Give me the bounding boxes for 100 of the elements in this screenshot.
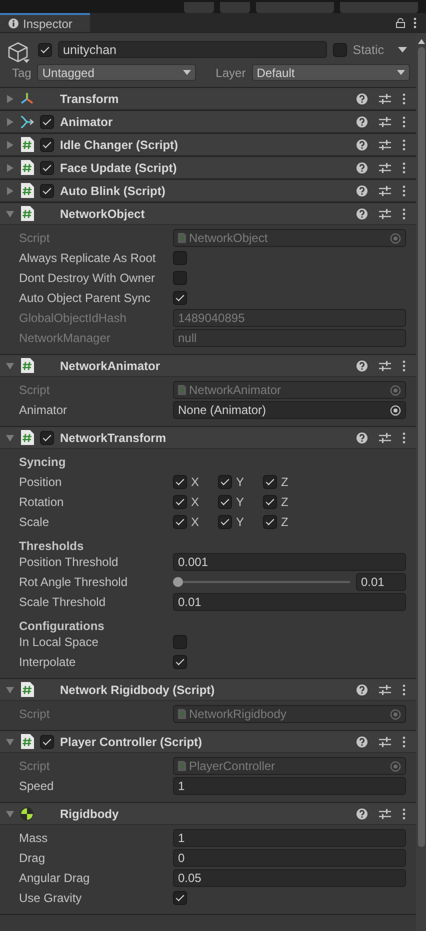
name-field[interactable]: unitychan: [58, 41, 327, 58]
foldout-arrow-icon[interactable]: [6, 810, 14, 818]
checkbox[interactable]: [332, 42, 347, 56]
field-label: Scale: [19, 515, 50, 529]
scroll-up-icon[interactable]: [418, 39, 424, 44]
sliders-icon[interactable]: [379, 184, 391, 196]
menu-icon[interactable]: [402, 208, 406, 220]
menu-icon[interactable]: [402, 736, 406, 748]
checkbox[interactable]: [173, 655, 187, 669]
checkbox[interactable]: [263, 475, 277, 489]
tag-dropdown[interactable]: Untagged: [37, 64, 196, 81]
checkbox[interactable]: [173, 475, 187, 489]
menu-icon[interactable]: [402, 360, 406, 372]
field-label: Dont Destroy With Owner: [19, 271, 156, 285]
foldout-arrow-icon[interactable]: [6, 738, 14, 746]
inspector-tab[interactable]: Inspector: [0, 13, 90, 32]
help-icon[interactable]: [356, 808, 368, 820]
checkbox[interactable]: [40, 184, 54, 198]
menu-icon[interactable]: [402, 116, 406, 128]
help-icon[interactable]: [356, 684, 368, 696]
menu-icon[interactable]: [402, 92, 406, 104]
checkbox[interactable]: [40, 160, 54, 174]
help-icon[interactable]: [356, 736, 368, 748]
field-label: Speed: [19, 779, 55, 793]
menu-icon[interactable]: [402, 162, 406, 174]
checkbox[interactable]: [40, 138, 54, 152]
menu-icon[interactable]: [402, 684, 406, 696]
sliders-icon[interactable]: [379, 92, 391, 104]
checkbox[interactable]: [173, 495, 187, 509]
help-icon[interactable]: [356, 162, 368, 174]
checkbox[interactable]: [38, 42, 52, 56]
layer-dropdown[interactable]: Default: [252, 64, 410, 81]
field-label: Use Gravity: [19, 891, 83, 905]
foldout-arrow-icon[interactable]: [6, 118, 14, 126]
sliders-icon[interactable]: [379, 138, 391, 150]
checkbox[interactable]: [40, 114, 54, 128]
checkbox[interactable]: [173, 271, 187, 285]
field-label: GlobalObjectIdHash: [19, 311, 128, 325]
checkbox[interactable]: [263, 495, 277, 509]
help-icon[interactable]: [356, 208, 368, 220]
foldout-arrow-icon[interactable]: [6, 186, 14, 194]
sliders-icon[interactable]: [379, 208, 391, 220]
help-icon[interactable]: [356, 184, 368, 196]
input-field[interactable]: 0: [173, 849, 406, 867]
sliders-icon[interactable]: [379, 808, 391, 820]
menu-icon[interactable]: [402, 432, 406, 444]
help-icon[interactable]: [356, 432, 368, 444]
foldout-arrow-icon[interactable]: [6, 362, 14, 370]
object-field[interactable]: None (Animator): [173, 401, 406, 419]
menu-icon[interactable]: [402, 138, 406, 150]
checkbox[interactable]: [173, 251, 187, 265]
sliders-icon[interactable]: [379, 432, 391, 444]
menu-icon[interactable]: [413, 16, 417, 28]
script-icon: [178, 233, 186, 243]
foldout-arrow-icon[interactable]: [6, 434, 14, 442]
info-icon: [8, 18, 19, 29]
scrollbar-thumb[interactable]: [418, 47, 424, 847]
script-icon: [178, 709, 186, 719]
field-label: Script: [19, 383, 51, 397]
sliders-icon[interactable]: [379, 684, 391, 696]
target-icon[interactable]: [390, 404, 401, 416]
menu-icon[interactable]: [402, 184, 406, 196]
checkbox[interactable]: [173, 635, 187, 649]
sliders-icon[interactable]: [379, 736, 391, 748]
foldout-arrow-icon[interactable]: [6, 164, 14, 172]
checkbox[interactable]: [173, 891, 187, 905]
help-icon[interactable]: [356, 116, 368, 128]
help-icon[interactable]: [356, 360, 368, 372]
checkbox[interactable]: [263, 515, 277, 529]
foldout-arrow-icon[interactable]: [6, 686, 14, 694]
input-field[interactable]: 0.01: [356, 573, 406, 591]
checkbox[interactable]: [40, 430, 54, 444]
script-icon: [178, 385, 186, 395]
field-label: Auto Object Parent Sync: [19, 291, 152, 305]
menu-icon[interactable]: [402, 808, 406, 820]
foldout-arrow-icon[interactable]: [6, 140, 14, 148]
checkbox[interactable]: [173, 291, 187, 305]
sliders-icon[interactable]: [379, 360, 391, 372]
help-icon[interactable]: [356, 138, 368, 150]
checkbox[interactable]: [218, 495, 232, 509]
section-heading: Thresholds: [19, 539, 85, 553]
help-icon[interactable]: [356, 92, 368, 104]
checkbox[interactable]: [218, 515, 232, 529]
slider-thumb[interactable]: [173, 577, 183, 587]
foldout-arrow-icon[interactable]: [6, 94, 14, 102]
checkbox[interactable]: [218, 475, 232, 489]
script-icon: [20, 206, 34, 221]
checkbox[interactable]: [173, 515, 187, 529]
sliders-icon[interactable]: [379, 116, 391, 128]
caret-icon[interactable]: [398, 46, 407, 52]
checkbox[interactable]: [40, 734, 54, 748]
foldout-arrow-icon[interactable]: [6, 210, 14, 218]
lock-icon[interactable]: [396, 18, 405, 28]
input-field[interactable]: 1: [173, 777, 406, 795]
input-field[interactable]: 0.05: [173, 869, 406, 887]
input-field[interactable]: 1: [173, 829, 406, 847]
sliders-icon[interactable]: [379, 162, 391, 174]
input-field[interactable]: 0.01: [173, 593, 406, 611]
input-field[interactable]: 0.001: [173, 553, 406, 571]
script-icon: [20, 358, 34, 373]
